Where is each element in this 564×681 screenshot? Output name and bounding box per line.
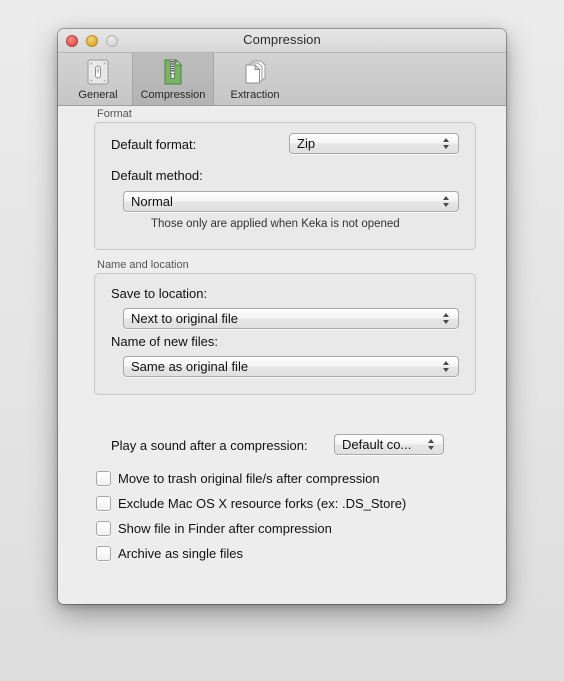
format-group-title: Format <box>97 108 132 120</box>
default-format-popup[interactable]: Zip <box>289 133 459 154</box>
checkbox-label: Archive as single files <box>118 546 243 561</box>
default-method-popup[interactable]: Normal <box>123 191 459 212</box>
stepper-arrows-icon <box>423 439 439 450</box>
checkbox-label: Show file in Finder after compression <box>118 521 332 536</box>
checkbox-show-in-finder[interactable]: Show file in Finder after compression <box>96 521 332 536</box>
new-files-popup[interactable]: Same as original file <box>123 356 459 377</box>
new-files-label: Name of new files: <box>111 334 218 349</box>
stepper-arrows-icon <box>438 361 454 372</box>
checkbox-exclude-resource-forks[interactable]: Exclude Mac OS X resource forks (ex: .DS… <box>96 496 406 511</box>
stepper-arrows-icon <box>438 138 454 149</box>
tab-extraction[interactable]: Extraction <box>214 53 296 105</box>
checkbox-move-to-trash[interactable]: Move to trash original file/s after comp… <box>96 471 380 486</box>
window-titlebar[interactable]: Compression <box>58 29 506 53</box>
play-sound-label: Play a sound after a compression: <box>111 438 308 453</box>
checkbox-box-icon[interactable] <box>96 546 111 561</box>
play-sound-value: Default co... <box>342 437 412 452</box>
default-format-value: Zip <box>297 136 316 151</box>
tab-general[interactable]: General <box>64 53 132 105</box>
switch-plate-icon <box>82 57 114 87</box>
save-location-value: Next to original file <box>131 311 238 326</box>
tab-extraction-label: Extraction <box>230 89 280 101</box>
default-format-label: Default format: <box>111 137 197 152</box>
checkbox-label: Exclude Mac OS X resource forks (ex: .DS… <box>118 496 407 511</box>
tab-compression-label: Compression <box>140 89 206 101</box>
window-title: Compression <box>243 32 321 47</box>
checkbox-archive-single-files[interactable]: Archive as single files <box>96 546 243 561</box>
default-method-value: Normal <box>131 194 173 209</box>
save-location-popup[interactable]: Next to original file <box>123 308 459 329</box>
save-location-label: Save to location: <box>111 286 208 301</box>
stepper-arrows-icon <box>438 313 454 324</box>
zip-document-icon <box>157 57 189 87</box>
default-method-label: Default method: <box>111 168 203 183</box>
name-location-group-title: Name and location <box>97 259 189 271</box>
desktop-backdrop: Compression General Compression Extracti… <box>0 0 564 681</box>
checkbox-label: Move to trash original file/s after comp… <box>118 471 380 486</box>
preferences-window: Compression General Compression Extracti… <box>58 29 506 604</box>
checkbox-box-icon[interactable] <box>96 471 111 486</box>
stacked-documents-icon <box>239 57 271 87</box>
preferences-toolbar: General Compression Extraction <box>58 53 506 106</box>
tab-general-label: General <box>78 89 118 101</box>
tab-compression[interactable]: Compression <box>132 53 214 105</box>
checkbox-box-icon[interactable] <box>96 496 111 511</box>
stepper-arrows-icon <box>438 196 454 207</box>
preferences-content: Format Default format: Zip Default metho… <box>58 106 506 604</box>
format-helper-text: Those only are applied when Keka is not … <box>151 218 400 230</box>
play-sound-popup[interactable]: Default co... <box>334 434 444 455</box>
new-files-value: Same as original file <box>131 359 249 374</box>
checkbox-box-icon[interactable] <box>96 521 111 536</box>
